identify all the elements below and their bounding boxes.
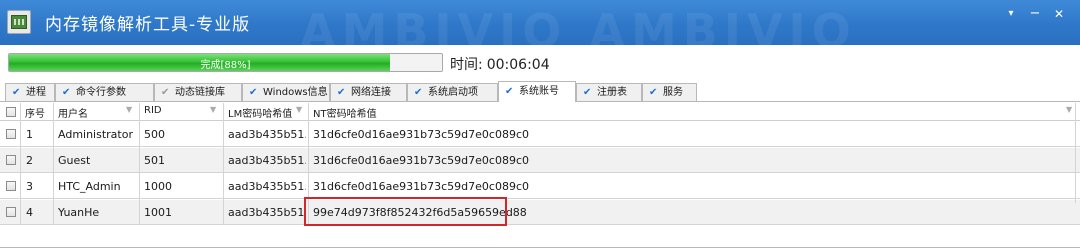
memory-chip-icon: [7, 10, 31, 34]
check-icon: ✔: [337, 87, 346, 98]
elapsed-time: 时间: 00:06:04: [450, 54, 550, 74]
table-row[interactable]: 4 YuanHe 1001 aad3b435b51... 99e74d973f8…: [0, 200, 1080, 225]
tab-windows-info[interactable]: ✔ Windows信息: [242, 83, 330, 102]
check-icon: ✔: [62, 87, 71, 98]
table-row[interactable]: 2 Guest 501 aad3b435b51... 31d6cfe0d16ae…: [0, 148, 1080, 173]
highlight-box: [304, 197, 507, 226]
cell-lm-hash: aad3b435b51...: [228, 180, 306, 193]
tab-network[interactable]: ✔ 网络连接: [330, 83, 407, 102]
filter-icon[interactable]: ▼: [210, 105, 216, 114]
check-icon: ✔: [249, 87, 258, 98]
close-button[interactable]: ✕: [1050, 6, 1068, 22]
cell-nt-hash: 31d6cfe0d16ae931b73c59d7e0c089c0: [313, 180, 530, 193]
tab-label: 命令行参数: [76, 87, 126, 98]
filter-icon[interactable]: ▼: [126, 105, 132, 114]
table-row[interactable]: 3 HTC_Admin 1000 aad3b435b51... 31d6cfe0…: [0, 174, 1080, 199]
col-header-lm-hash[interactable]: LM密码哈希值: [228, 105, 292, 120]
cell-lm-hash: aad3b435b51...: [228, 206, 306, 219]
cell-index: 4: [26, 206, 33, 219]
progress-bar: 完成[88%]: [8, 53, 443, 72]
table-row[interactable]: 1 Administrator 500 aad3b435b51... 31d6c…: [0, 122, 1080, 147]
tab-label: 动态链接库: [175, 87, 225, 98]
check-icon: ✔: [414, 87, 423, 98]
tab-label: 网络连接: [351, 87, 391, 98]
tab-registry[interactable]: ✔ 注册表: [576, 83, 642, 102]
title-watermark: AMBIVIO AMBIVIO: [300, 4, 857, 45]
filter-icon[interactable]: ▼: [296, 105, 302, 114]
col-header-username[interactable]: 用户名: [58, 105, 88, 120]
elapsed-time-label: 时间:: [450, 57, 483, 73]
column-divider: [139, 103, 140, 225]
cell-username: Administrator: [58, 128, 133, 141]
cell-rid: 1001: [144, 206, 172, 219]
tab-services[interactable]: ✔ 服务: [642, 83, 697, 102]
title-bar: AMBIVIO AMBIVIO 内存镜像解析工具-专业版 ▾ − ✕: [0, 0, 1080, 45]
cell-rid: 500: [144, 128, 165, 141]
column-divider: [53, 103, 54, 225]
minimize-button[interactable]: −: [1026, 6, 1044, 22]
cell-rid: 1000: [144, 180, 172, 193]
window-title: 内存镜像解析工具-专业版: [45, 15, 251, 35]
column-divider: [20, 103, 21, 225]
tab-strip: ✔ 进程 ✔ 命令行参数 ✔ 动态链接库 ✔ Windows信息 ✔ 网络连接 ✔ 系统启动…: [0, 81, 1080, 102]
progress-label: 完成[88%]: [200, 60, 251, 71]
cell-index: 2: [26, 154, 33, 167]
table-header: 序号 用户名 ▼ RID ▼ LM密码哈希值 ▼ NT密码哈希值 ▼: [0, 103, 1080, 121]
row-checkbox[interactable]: [6, 181, 16, 191]
cell-rid: 501: [144, 154, 165, 167]
cell-lm-hash: aad3b435b51...: [228, 154, 306, 167]
tab-label: 服务: [663, 87, 683, 98]
select-all-checkbox[interactable]: [6, 107, 16, 117]
cell-nt-hash: 31d6cfe0d16ae931b73c59d7e0c089c0: [313, 154, 530, 167]
tab-cmdline[interactable]: ✔ 命令行参数: [55, 83, 154, 102]
check-icon: ✔: [12, 87, 21, 98]
cell-index: 3: [26, 180, 33, 193]
cell-username: HTC_Admin: [58, 180, 121, 193]
column-divider: [223, 103, 224, 225]
col-header-index[interactable]: 序号: [25, 105, 45, 120]
cell-username: Guest: [58, 154, 91, 167]
tab-label: 系统账号: [519, 86, 559, 97]
check-icon: ✔: [161, 87, 170, 98]
tab-label: Windows信息: [263, 87, 328, 98]
filter-icon[interactable]: ▼: [1066, 105, 1072, 114]
tab-startup[interactable]: ✔ 系统启动项: [407, 83, 498, 102]
check-icon: ✔: [649, 87, 658, 98]
cell-nt-hash: 31d6cfe0d16ae931b73c59d7e0c089c0: [313, 128, 530, 141]
tab-dlls[interactable]: ✔ 动态链接库: [154, 83, 242, 102]
tab-processes[interactable]: ✔ 进程: [5, 83, 55, 102]
check-icon: ✔: [583, 87, 592, 98]
cell-username: YuanHe: [58, 206, 100, 219]
elapsed-time-value: 00:06:04: [486, 57, 550, 73]
row-checkbox[interactable]: [6, 129, 16, 139]
cell-index: 1: [26, 128, 33, 141]
cell-lm-hash: aad3b435b51...: [228, 128, 306, 141]
check-icon: ✔: [505, 86, 514, 97]
tab-accounts[interactable]: ✔ 系统账号: [498, 81, 576, 102]
tab-label: 系统启动项: [428, 87, 478, 98]
table-right-edge: [1075, 103, 1076, 203]
row-checkbox[interactable]: [6, 155, 16, 165]
tab-label: 注册表: [597, 87, 627, 98]
row-checkbox[interactable]: [6, 207, 16, 217]
menu-dropdown-button[interactable]: ▾: [1002, 6, 1020, 22]
col-header-nt-hash[interactable]: NT密码哈希值: [313, 105, 377, 120]
tab-label: 进程: [26, 87, 46, 98]
col-header-rid[interactable]: RID: [144, 105, 162, 116]
bottom-border: [0, 247, 1080, 248]
